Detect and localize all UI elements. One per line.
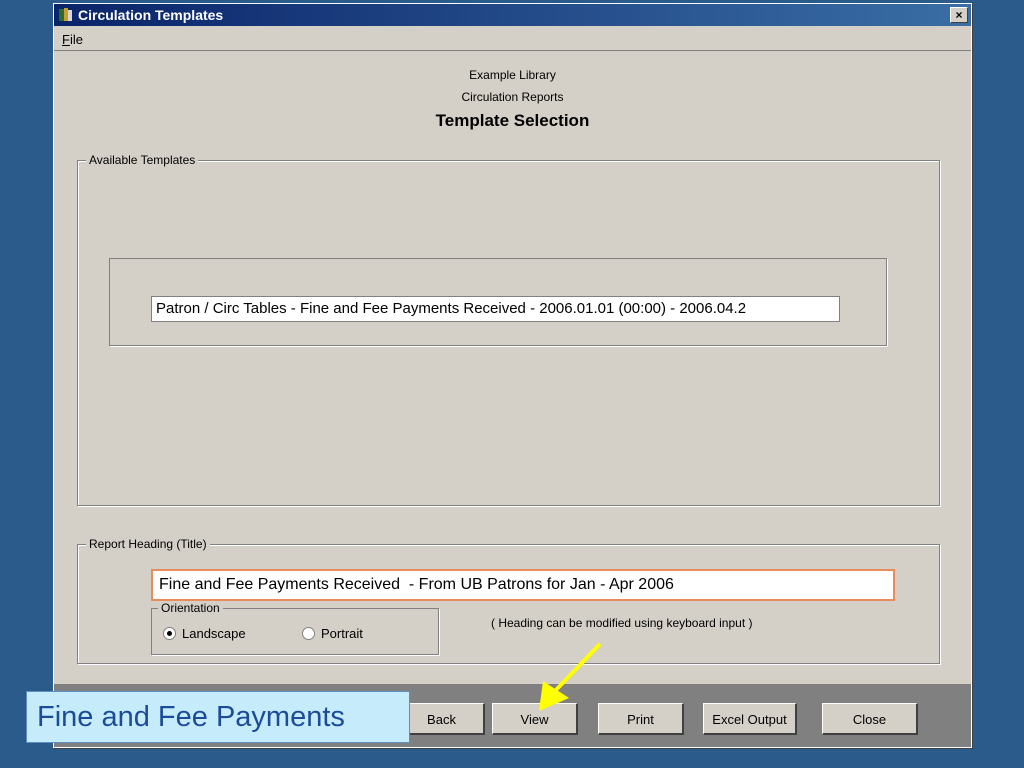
portrait-radio[interactable]: Portrait: [302, 626, 363, 641]
heading-hint: ( Heading can be modified using keyboard…: [491, 616, 753, 630]
circulation-templates-window: Circulation Templates × File Example Lib…: [53, 3, 972, 748]
slide-caption: Fine and Fee Payments: [26, 691, 410, 743]
menu-file[interactable]: File: [62, 32, 83, 47]
available-templates-group: Available Templates Patron / Circ Tables…: [77, 153, 940, 506]
report-heading-input[interactable]: [151, 569, 895, 601]
radio-selected-icon: [163, 627, 176, 640]
radio-unselected-icon: [302, 627, 315, 640]
available-templates-label: Available Templates: [86, 153, 199, 167]
report-heading-label: Report Heading (Title): [86, 537, 210, 551]
report-heading-group: Report Heading (Title) Orientation Lands…: [77, 537, 940, 664]
close-button[interactable]: Close: [822, 703, 918, 735]
excel-output-button[interactable]: Excel Output: [703, 703, 797, 735]
title-bar: Circulation Templates ×: [54, 4, 971, 26]
portrait-label: Portrait: [321, 626, 363, 641]
app-icon: [59, 8, 72, 21]
window-title: Circulation Templates: [78, 7, 224, 23]
pointer-arrow-icon: [539, 642, 602, 711]
report-category: Circulation Reports: [461, 90, 564, 104]
orientation-group: Orientation Landscape Portrait: [151, 601, 439, 655]
page-title: Template Selection: [435, 111, 590, 130]
orientation-label: Orientation: [158, 601, 223, 615]
library-name: Example Library: [469, 68, 556, 82]
landscape-label: Landscape: [182, 626, 246, 641]
template-list-item[interactable]: Patron / Circ Tables - Fine and Fee Paym…: [151, 296, 840, 322]
menu-bar: File: [54, 28, 971, 51]
window-close-button[interactable]: ×: [950, 7, 968, 23]
landscape-radio[interactable]: Landscape: [163, 626, 246, 641]
back-button[interactable]: Back: [399, 703, 485, 735]
